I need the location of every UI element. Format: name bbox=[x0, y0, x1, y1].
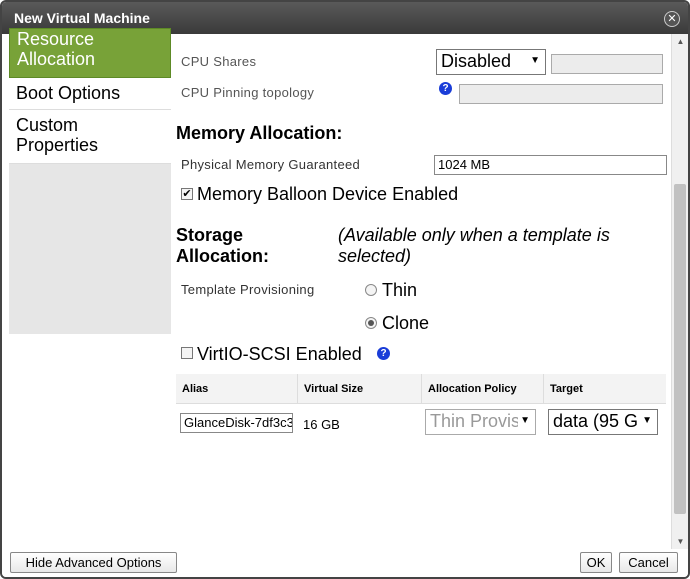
hide-advanced-options-button[interactable]: Hide Advanced Options bbox=[10, 552, 177, 573]
table-row: GlanceDisk-7df3c3 16 GB Thin Provis ▼ da… bbox=[176, 405, 666, 441]
scroll-up-icon[interactable]: ▲ bbox=[672, 34, 688, 49]
cancel-button[interactable]: Cancel bbox=[619, 552, 678, 573]
dialog-footer: Hide Advanced Options OK Cancel bbox=[2, 549, 688, 577]
storage-allocation-heading: Storage Allocation: bbox=[176, 225, 269, 267]
column-header-virtual-size[interactable]: Virtual Size bbox=[298, 374, 422, 404]
content-scrollbar[interactable]: ▲ ▼ bbox=[671, 34, 688, 549]
scroll-down-icon[interactable]: ▼ bbox=[672, 534, 688, 549]
help-icon[interactable]: ? bbox=[439, 82, 452, 95]
scroll-thumb[interactable] bbox=[674, 184, 686, 514]
sidebar-item-resource-allocation[interactable]: Resource Allocation bbox=[9, 28, 171, 78]
allocation-policy-value: Thin Provis bbox=[430, 411, 521, 431]
memory-balloon-label: Memory Balloon Device Enabled bbox=[197, 184, 459, 204]
memory-allocation-heading: Memory Allocation: bbox=[176, 123, 343, 143]
storage-note-line: selected) bbox=[338, 246, 412, 266]
storage-note-line: (Available only when a template is bbox=[338, 225, 610, 245]
memory-guaranteed-value: 1024 MB bbox=[438, 157, 491, 172]
help-icon[interactable]: ? bbox=[377, 347, 390, 360]
sidebar-item-custom-properties[interactable]: Custom Properties bbox=[9, 110, 171, 164]
memory-guaranteed-label: Physical Memory Guaranteed bbox=[181, 157, 361, 172]
sidebar-item-label: Properties bbox=[16, 135, 99, 155]
cpu-shares-select[interactable]: Disabled ▼ bbox=[436, 49, 546, 75]
target-storage-select[interactable]: data (95 G ▼ bbox=[548, 409, 658, 435]
sidebar-item-label: Resource bbox=[17, 29, 95, 49]
cpu-shares-custom-input[interactable] bbox=[551, 54, 663, 74]
sidebar: Resource Allocation Boot Options Custom … bbox=[9, 28, 171, 334]
allocation-policy-select[interactable]: Thin Provis ▼ bbox=[425, 409, 536, 435]
chevron-down-icon: ▼ bbox=[518, 410, 530, 432]
provisioning-thin-radio[interactable] bbox=[365, 284, 377, 296]
chevron-down-icon: ▼ bbox=[640, 410, 652, 432]
ok-button[interactable]: OK bbox=[580, 552, 612, 573]
disk-alias-value: GlanceDisk-7df3c3 bbox=[184, 415, 293, 430]
provisioning-clone-label: Clone bbox=[382, 313, 430, 333]
cpu-pinning-label: CPU Pinning topology bbox=[181, 85, 315, 100]
close-icon[interactable]: ✕ bbox=[664, 11, 680, 27]
storage-heading-line: Storage bbox=[176, 225, 244, 245]
provisioning-clone-radio[interactable] bbox=[365, 317, 377, 329]
disk-table-header: Alias Virtual Size Allocation Policy Tar… bbox=[176, 374, 666, 404]
disk-alias-input[interactable]: GlanceDisk-7df3c3 bbox=[180, 413, 293, 433]
column-header-alias[interactable]: Alias bbox=[176, 374, 298, 404]
target-storage-value: data (95 G bbox=[553, 411, 639, 431]
virtio-scsi-checkbox[interactable] bbox=[181, 347, 193, 359]
sidebar-item-label: Allocation bbox=[17, 49, 96, 69]
sidebar-item-label: Boot Options bbox=[16, 83, 121, 103]
virtio-scsi-label: VirtIO-SCSI Enabled bbox=[197, 344, 362, 364]
provisioning-thin-label: Thin bbox=[382, 280, 418, 300]
storage-heading-line: Allocation: bbox=[176, 246, 269, 266]
resource-allocation-panel: CPU Shares Disabled ▼ CPU Pinning topolo… bbox=[171, 34, 671, 549]
template-provisioning-label: Template Provisioning bbox=[181, 282, 315, 297]
chevron-down-icon: ▼ bbox=[530, 55, 540, 66]
cpu-pinning-input[interactable] bbox=[459, 84, 663, 104]
sidebar-item-boot-options[interactable]: Boot Options bbox=[9, 78, 171, 110]
cpu-shares-value: Disabled bbox=[441, 51, 512, 71]
new-vm-dialog: New Virtual Machine ✕ Resource Allocatio… bbox=[0, 0, 690, 579]
cpu-shares-label: CPU Shares bbox=[181, 54, 257, 69]
memory-balloon-checkbox[interactable]: ✔ bbox=[181, 188, 193, 200]
memory-guaranteed-input[interactable]: 1024 MB bbox=[434, 155, 667, 175]
dialog-title: New Virtual Machine bbox=[14, 10, 150, 26]
column-header-target[interactable]: Target bbox=[544, 374, 666, 404]
disk-size-value: 16 GB bbox=[303, 417, 340, 432]
column-header-allocation-policy[interactable]: Allocation Policy bbox=[422, 374, 544, 404]
storage-note: (Available only when a template is selec… bbox=[338, 225, 610, 267]
sidebar-item-label: Custom bbox=[16, 115, 79, 135]
